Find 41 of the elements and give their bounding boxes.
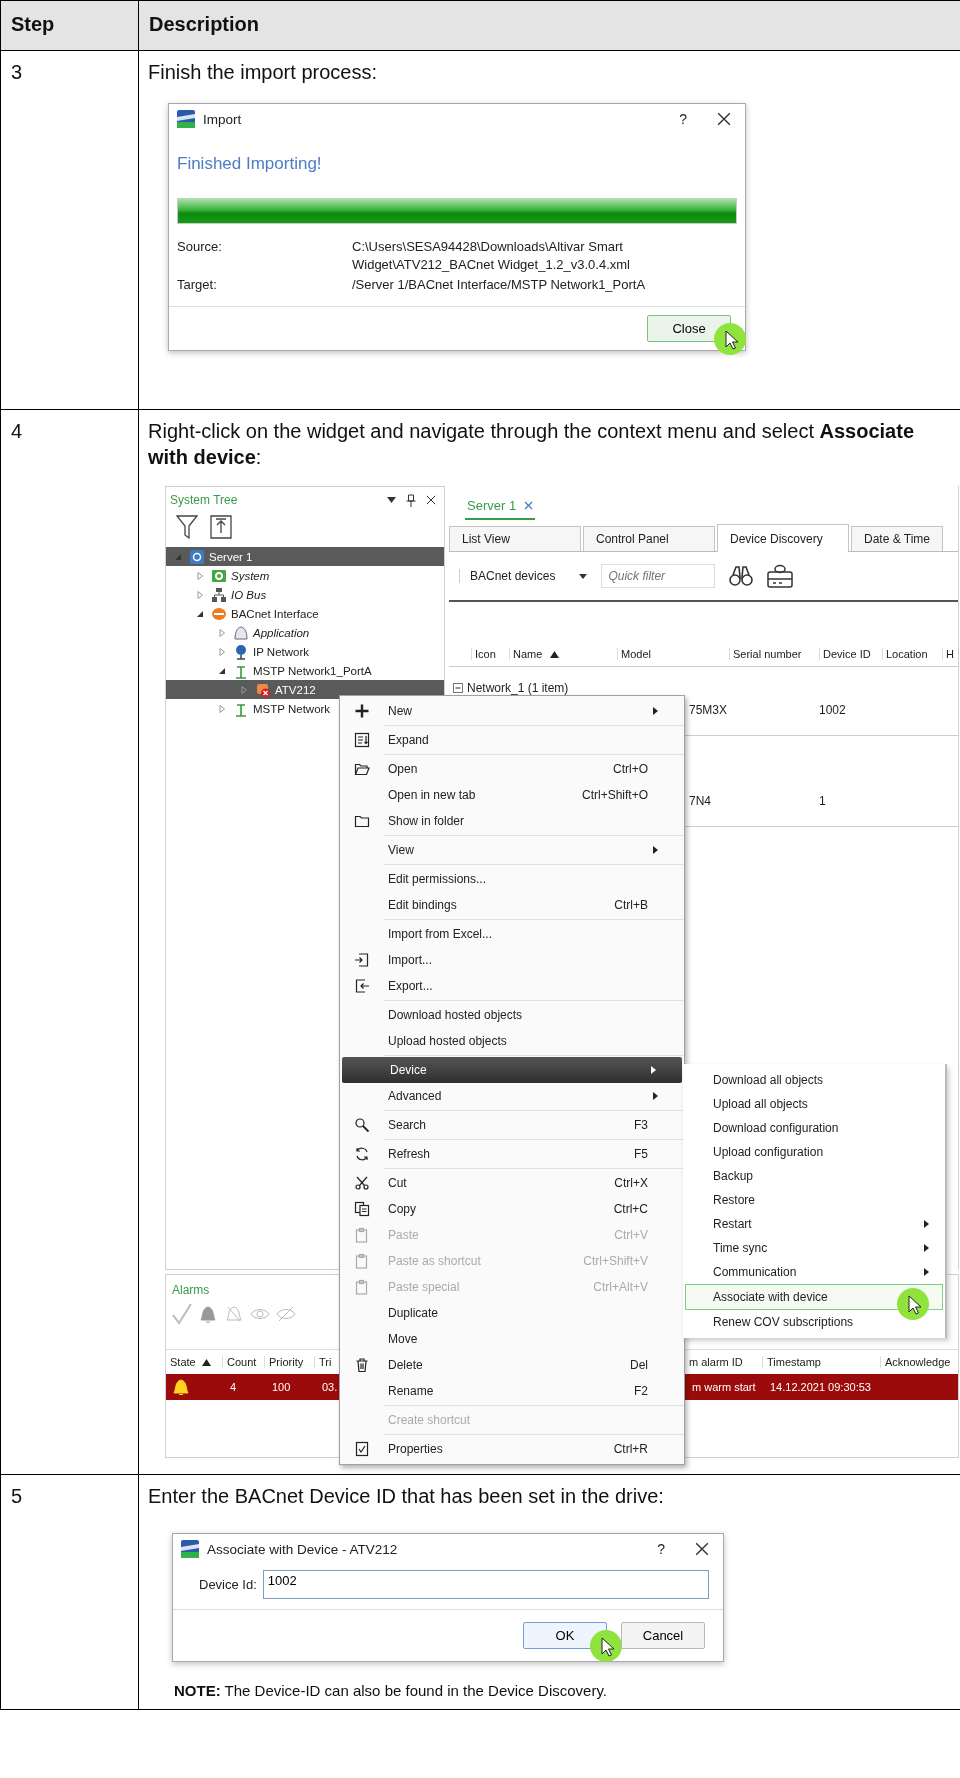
shortcut-label: Ctrl+Shift+V xyxy=(583,1254,649,1268)
shortcut-label: F5 xyxy=(634,1147,649,1161)
table-cell: 75M3X xyxy=(689,703,728,717)
field-value: C:\Users\SESA94428\Downloads\Altivar Smart Widget\ATV212_BACnet Widget_1.2_v3.0.4.xml xyxy=(352,238,631,274)
column-header: Step xyxy=(1,1,139,51)
table-cell: 14.12.2021 09:30:53 xyxy=(770,1381,871,1393)
shortcut-label: Ctrl+O xyxy=(613,762,649,776)
shortcut-label: Ctrl+Shift+O xyxy=(581,788,649,802)
table-cell: m warm start xyxy=(692,1381,756,1393)
shortcut-label: Ctrl+B xyxy=(614,898,649,912)
field-value: /Server 1/BACnet Interface/MSTP Network1_PortA xyxy=(352,276,647,294)
panel-title: System Tree xyxy=(170,493,238,507)
table-cell: 7N4 xyxy=(689,794,711,808)
step-number: 4 xyxy=(1,410,139,1475)
step-number: 5 xyxy=(1,1475,139,1710)
instruction-text: Right-click on the widget and navigate through the context menu and select Associate with device: xyxy=(148,419,916,470)
shortcut-label: Ctrl+Alt+V xyxy=(593,1280,649,1294)
field-label: Target: xyxy=(177,276,218,294)
instruction-text: Enter the BACnet Device ID that has been set in the drive: xyxy=(148,1484,665,1509)
status-heading: Finished Importing! xyxy=(176,153,323,175)
field-label: Source: xyxy=(177,238,223,256)
table-cell-text: 1002 xyxy=(819,703,847,717)
shortcut-label: Ctrl+V xyxy=(614,1228,649,1242)
instruction-text: Finish the import process: xyxy=(148,60,378,85)
dialog-title: Import xyxy=(203,111,242,127)
field-label: Device Id: xyxy=(199,1577,257,1592)
column-header: Description xyxy=(139,1,960,51)
step-number: 3 xyxy=(1,51,139,410)
table-cell-text: 1 xyxy=(819,794,827,808)
table-cell: 100 xyxy=(272,1381,291,1393)
dialog-title: Associate with Device - ATV212 xyxy=(207,1541,398,1557)
table-cell: 4 xyxy=(230,1381,237,1393)
shortcut-label: Ctrl+R xyxy=(613,1442,649,1456)
table-cell: 03. xyxy=(322,1381,338,1393)
note-text: NOTE: The Device-ID can also be found in the Device Discovery. xyxy=(174,1682,608,1699)
shortcut-label: F3 xyxy=(634,1118,649,1132)
shortcut-label: F2 xyxy=(634,1384,649,1398)
panel-title: Alarms xyxy=(172,1283,210,1297)
shortcut-label: Del xyxy=(630,1358,649,1372)
shortcut-label: Ctrl+X xyxy=(614,1176,649,1190)
shortcut-label: Ctrl+C xyxy=(613,1202,649,1216)
